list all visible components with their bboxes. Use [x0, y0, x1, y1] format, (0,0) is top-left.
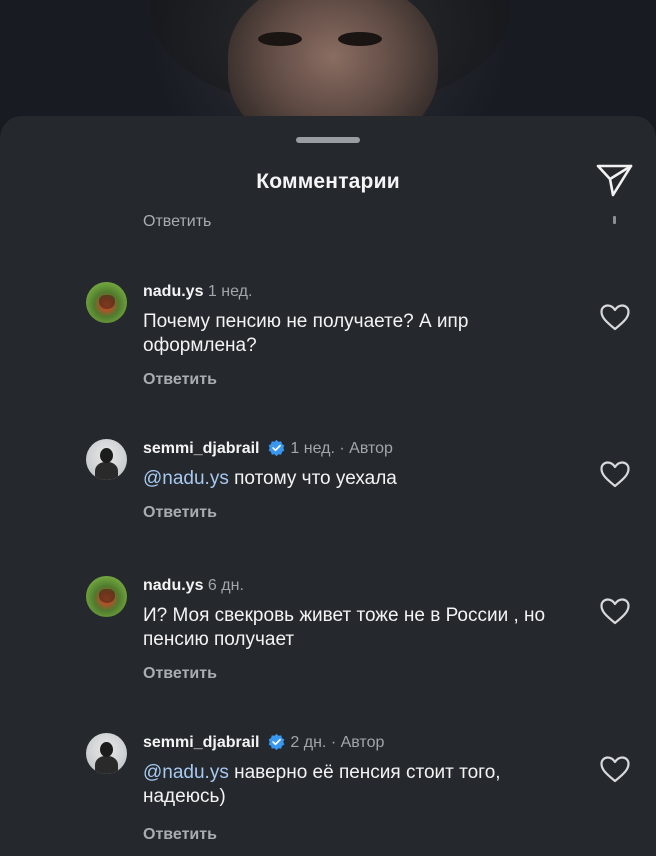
comment-meta: nadu.ys 6 дн. — [143, 576, 244, 595]
verified-badge-icon — [268, 439, 285, 456]
previous-reply-button[interactable]: Ответить — [143, 213, 211, 229]
comment-body: Почему пенсию не получаете? А ипр оформл… — [143, 311, 469, 356]
background-eye-right — [338, 32, 382, 46]
comment-meta: semmi_djabrail 2 дн. · Автор — [143, 733, 384, 752]
comment-body: потому что уехала — [234, 468, 397, 489]
scroll-indicator — [613, 216, 616, 224]
comment-meta: nadu.ys 1 нед. — [143, 282, 252, 301]
mention-link[interactable]: @nadu.ys — [143, 762, 229, 783]
author-badge: · Автор — [339, 440, 393, 457]
reply-button[interactable]: Ответить — [143, 665, 217, 683]
person-avatar[interactable] — [86, 733, 127, 774]
butterfly-avatar[interactable] — [86, 282, 127, 323]
reply-button[interactable]: Ответить — [143, 826, 217, 844]
comment-text: Почему пенсию не получаете? А ипр оформл… — [143, 310, 573, 358]
comment-time: 2 дн. — [290, 734, 327, 751]
comment-time: 1 нед. — [207, 283, 253, 300]
mention-link[interactable]: @nadu.ys — [143, 468, 229, 489]
author-badge: · Автор — [330, 734, 385, 751]
comment-username[interactable]: nadu.ys — [143, 577, 203, 594]
heart-icon[interactable] — [599, 303, 631, 331]
heart-icon[interactable] — [599, 755, 631, 783]
comment-body: И? Моя свекровь живет тоже не в России ,… — [143, 605, 546, 650]
comment-username[interactable]: semmi_djabrail — [143, 440, 260, 457]
comment-username[interactable]: semmi_djabrail — [143, 734, 260, 751]
verified-badge-icon — [268, 733, 285, 750]
sheet-drag-handle[interactable] — [296, 137, 360, 143]
comment-meta: semmi_djabrail 1 нед. · Автор — [143, 439, 393, 458]
heart-icon[interactable] — [599, 597, 631, 625]
comment-username[interactable]: nadu.ys — [143, 283, 203, 300]
heart-icon[interactable] — [599, 460, 631, 488]
sheet-title: Комментарии — [256, 170, 400, 193]
butterfly-avatar[interactable] — [86, 576, 127, 617]
comment-text: И? Моя свекровь живет тоже не в России ,… — [143, 604, 573, 652]
background-eye-left — [258, 32, 302, 46]
person-avatar[interactable] — [86, 439, 127, 480]
reply-button[interactable]: Ответить — [143, 371, 217, 389]
comments-sheet: Комментарии Ответить nadu.ys 1 нед. Поче… — [0, 116, 656, 856]
reply-button[interactable]: Ответить — [143, 504, 217, 522]
comment-time: 1 нед. — [290, 440, 335, 457]
comment-time: 6 дн. — [207, 577, 244, 594]
send-icon[interactable] — [596, 163, 634, 197]
comment-text: @nadu.ys потому что уехала — [143, 467, 573, 491]
comment-text: @nadu.ys наверно её пенсия стоит того, н… — [143, 761, 573, 809]
